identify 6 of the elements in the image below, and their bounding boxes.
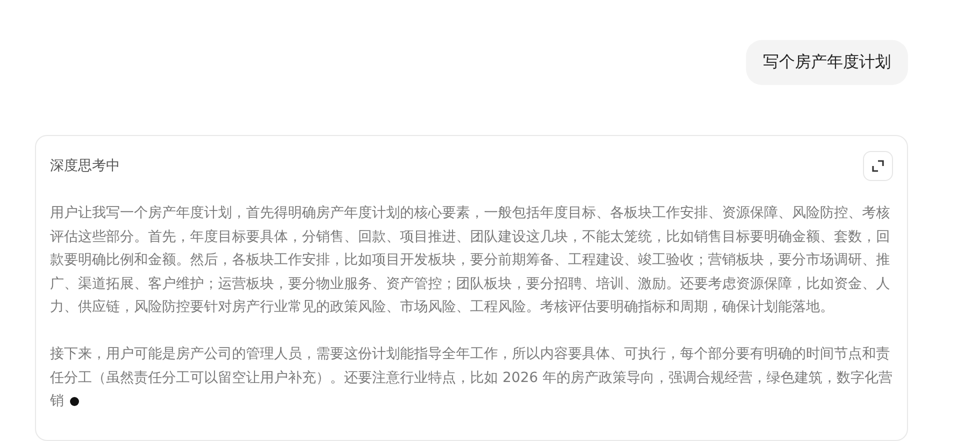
thinking-paragraph: 用户让我写一个房产年度计划，首先得明确房产年度计划的核心要素，一般包括年度目标、各板块工作安排、资源保障、风险防控、考核评估这些部分。首先，年度目标要具体，分销售、回款、项目推进、团队建设这几块，不能太笼统，比如销售目标要明确金额、套数，回款要明确比例和金额。然后，各板块工作安排，比如项目开发板块，要分前期筹备、工程建设、竣工验收；营销板块，要分市场调研、推广、渠道拓展、客户维护；运营板块，要分物业服务、资产管控；团队板块，要分招聘、培训、激励。还要考虑资源保障，比如资金、人力、供应链，风险防控要针对房产行业常见的政策风险、市场风险、工程风险。考核评估要明确指标和周期，确保计划能落地。 bbox=[50, 204, 891, 318]
thinking-paragraph: 接下来，用户可能是房产公司的管理人员，需要这份计划能指导全年工作，所以内容要具体、可执行，每个部分要有明确的时间节点和责任分工（虽然责任分工可以留空让用户补充）。还要注意行业特点，比如 2026 年的房产政策导向，强调合规经营，绿色建筑，数字化营销 bbox=[50, 344, 894, 412]
user-message: 写个房产年度计划 bbox=[746, 40, 908, 85]
thinking-status: 深度思考中 bbox=[50, 157, 120, 175]
expand-icon bbox=[872, 160, 884, 172]
expand-button[interactable] bbox=[863, 151, 893, 181]
